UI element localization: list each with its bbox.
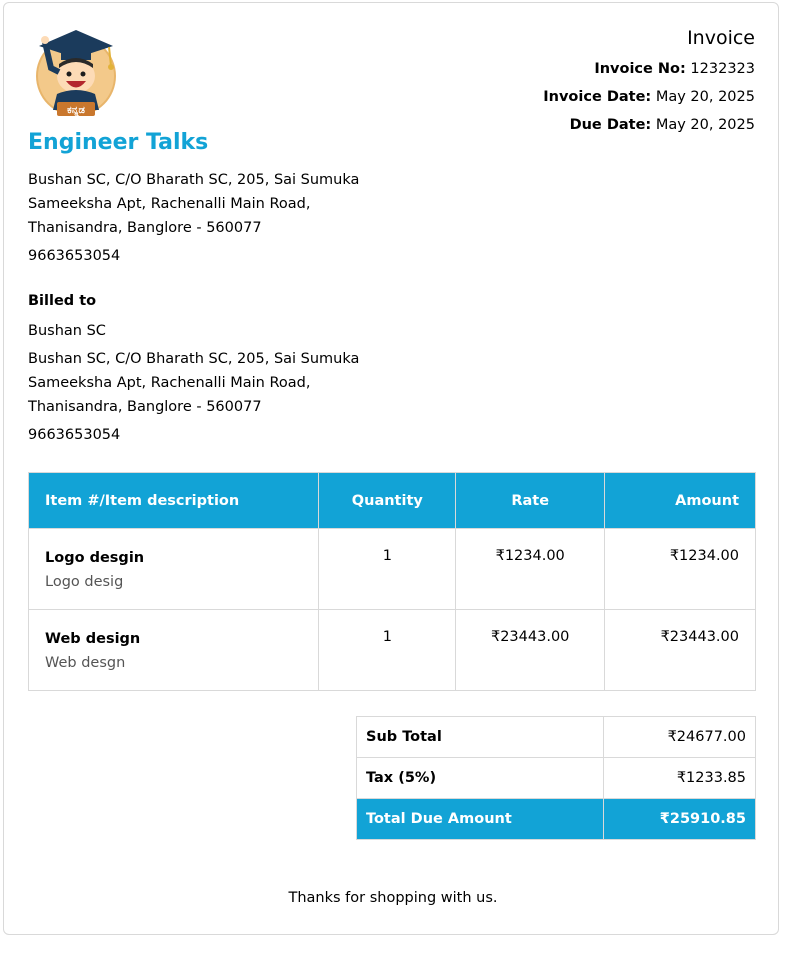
amount-cell: ₹1234.00 [604,528,756,610]
item-cell: Logo desgin Logo desig [27,528,320,610]
quantity-cell: 1 [318,609,457,691]
rate-cell: ₹1234.00 [455,528,606,610]
items-table-header-row: Item #/Item description Quantity Rate Am… [27,472,756,529]
billed-to-name: Bushan SC [28,323,106,339]
item-cell: Web design Web desgn [27,609,320,691]
header-amount: Amount [604,472,756,529]
billed-to-address-line-1: Bushan SC, C/O Bharath SC, 205, Sai Sumu… [28,351,360,367]
graduate-mascot-logo-icon: ಕನ್ನಡ [36,30,116,117]
quantity-cell: 1 [318,528,457,610]
invoice-number-value: 1232323 [690,61,755,77]
table-row: Web design Web desgn 1 ₹23443.00 ₹23443.… [27,609,756,691]
subtotal-row: Sub Total ₹24677.00 [355,716,756,758]
totals-table: Sub Total ₹24677.00 Tax (5%) ₹1233.85 To… [355,716,756,840]
subtotal-label: Sub Total [355,716,605,758]
items-table: Item #/Item description Quantity Rate Am… [27,472,756,691]
item-name: Logo desgin [45,550,145,566]
tax-value: ₹1233.85 [603,757,756,799]
invoice-number-label: Invoice No: [594,61,686,77]
table-row: Logo desgin Logo desig 1 ₹1234.00 ₹1234.… [27,528,756,610]
total-due-value: ₹25910.85 [603,798,756,840]
header-item-description: Item #/Item description [27,472,320,529]
logo-banner-text: ಕನ್ನಡ [67,105,85,117]
invoice-date-label: Invoice Date: [543,89,652,105]
rate-cell: ₹23443.00 [455,609,606,691]
total-due-row: Total Due Amount ₹25910.85 [355,798,756,840]
invoice-number: Invoice No: 1232323 [594,61,755,77]
amount-cell: ₹23443.00 [604,609,756,691]
billed-to-address-line-2: Sameeksha Apt, Rachenalli Main Road, [28,375,311,391]
item-description: Logo desig [45,574,124,590]
billed-to-label: Billed to [28,293,97,309]
tax-row: Tax (5%) ₹1233.85 [355,757,756,799]
item-description: Web desgn [45,655,126,671]
subtotal-value: ₹24677.00 [603,716,756,758]
company-address-line-3: Thanisandra, Banglore - 560077 [28,220,262,236]
due-date: Due Date: May 20, 2025 [570,117,755,133]
billed-to-phone: 9663653054 [28,427,121,443]
invoice-date: Invoice Date: May 20, 2025 [543,89,755,105]
invoice-date-value: May 20, 2025 [655,89,755,105]
company-phone: 9663653054 [28,248,121,264]
due-date-value: May 20, 2025 [655,117,755,133]
due-date-label: Due Date: [569,117,652,133]
billed-to-address-line-3: Thanisandra, Banglore - 560077 [28,399,262,415]
header-rate: Rate [455,472,606,529]
invoice-title: Invoice [687,27,755,49]
thanks-message: Thanks for shopping with us. [288,890,498,906]
company-name: Engineer Talks [28,130,209,155]
item-name: Web design [45,631,141,647]
company-address-line-1: Bushan SC, C/O Bharath SC, 205, Sai Sumu… [28,172,360,188]
company-address-line-2: Sameeksha Apt, Rachenalli Main Road, [28,196,311,212]
total-due-label: Total Due Amount [355,798,605,840]
header-quantity: Quantity [318,472,457,529]
tax-label: Tax (5%) [355,757,605,799]
